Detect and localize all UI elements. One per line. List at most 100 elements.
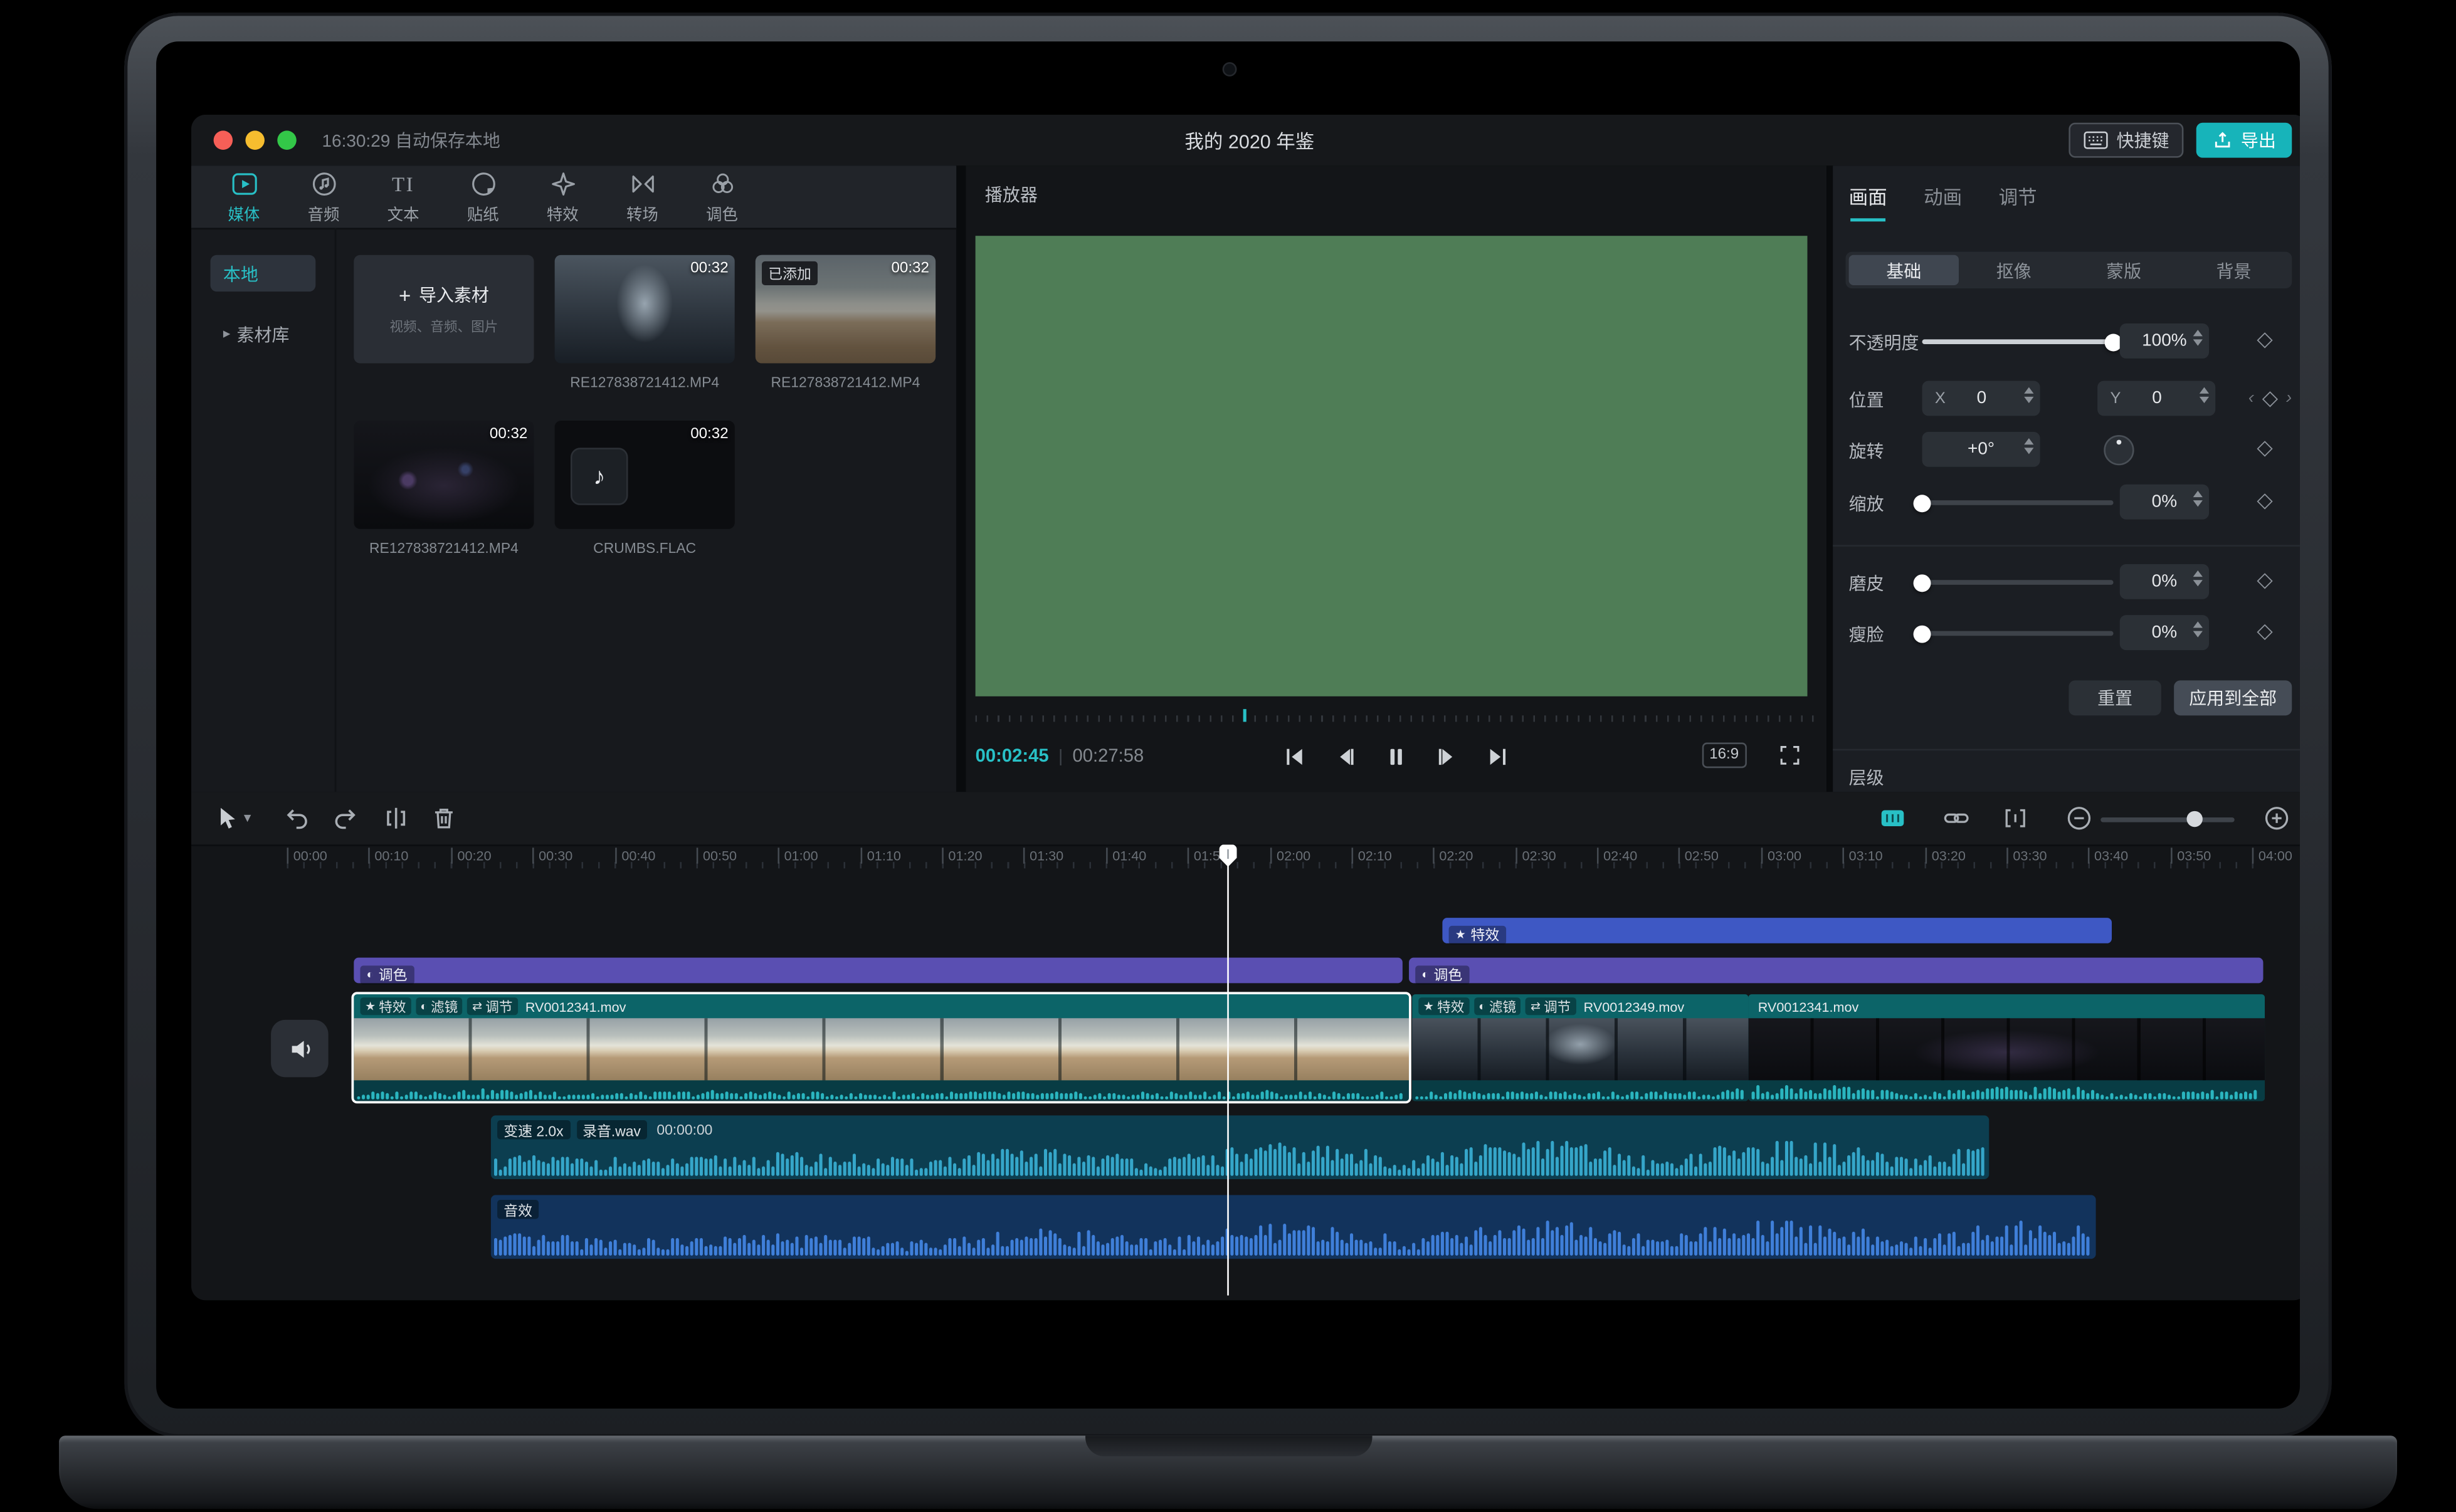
opacity-label: 不透明度 — [1848, 334, 1919, 354]
position-y-field[interactable]: Y 0 — [2097, 381, 2216, 416]
next-keyframe-icon[interactable]: › — [2286, 389, 2292, 408]
rotation-keyframe-button[interactable]: ◇ — [2257, 435, 2272, 461]
scale-slider[interactable] — [1913, 493, 2114, 512]
stepper-icons[interactable] — [2193, 570, 2203, 587]
subtab-background[interactable]: 背景 — [2179, 255, 2289, 285]
audio-waveform — [493, 1138, 1986, 1176]
fullscreen-button[interactable] — [1779, 744, 1801, 767]
effect-chip-icon: ★ — [365, 999, 376, 1014]
undo-button[interactable] — [283, 805, 310, 832]
tab-media[interactable]: 媒体 — [204, 170, 283, 224]
stepper-icons[interactable] — [2024, 438, 2034, 454]
timeline-playhead[interactable] — [1219, 844, 1237, 1296]
adjust-badge: ⇄ 调节 — [1526, 997, 1576, 1016]
timeline-ruler[interactable]: 00:00 00:10 00:20 00:30 00:40 00:50 01:0… — [191, 844, 2300, 869]
aspect-ratio-button[interactable]: 16:9 — [1701, 742, 1747, 767]
zoom-out-button[interactable] — [2065, 805, 2092, 832]
reset-button[interactable]: 重置 — [2069, 680, 2161, 716]
delete-button[interactable] — [430, 805, 457, 832]
media-item-video-1[interactable]: 00:32 — [554, 255, 735, 364]
timeline-color-clip-1[interactable]: ◐ 调色 — [354, 957, 1403, 984]
media-item-audio[interactable]: 00:32 ♪ — [554, 421, 735, 529]
tab-sticker[interactable]: 贴纸 — [443, 170, 523, 224]
preview-axis-toggle[interactable] — [1879, 805, 1906, 832]
media-item-video-3[interactable]: 00:32 — [354, 421, 534, 529]
minimize-window-button[interactable] — [245, 130, 265, 150]
scrub-marker — [1243, 709, 1246, 722]
import-media-button[interactable]: + 导入素材 视频、音频、图片 — [354, 255, 534, 364]
smooth-skin-value[interactable]: 0% — [2119, 564, 2210, 599]
zoom-in-button[interactable] — [2263, 805, 2290, 832]
linkage-toggle[interactable] — [1943, 805, 1970, 832]
video-preview[interactable] — [975, 236, 1808, 696]
tab-picture[interactable]: 画面 — [1849, 183, 1887, 222]
timeline-effect-clip[interactable]: ★ 特效 — [1442, 918, 2112, 945]
tab-adjust[interactable]: 调节 — [1999, 183, 2037, 210]
color-chip-icon: ◐ — [366, 967, 374, 982]
prev-frame-button[interactable] — [1332, 744, 1358, 770]
subtab-basic[interactable]: 基础 — [1848, 255, 1959, 286]
stepper-icons[interactable] — [2199, 387, 2210, 404]
rotation-value[interactable]: +0° — [1922, 431, 2040, 467]
track-mute-button[interactable] — [271, 1019, 329, 1078]
skip-start-button[interactable] — [1282, 744, 1307, 770]
scale-keyframe-button[interactable]: ◇ — [2257, 488, 2272, 513]
slim-face-keyframe-button[interactable]: ◇ — [2257, 618, 2272, 644]
tab-animation[interactable]: 动画 — [1924, 183, 1962, 210]
timeline-zoom-slider[interactable] — [2100, 805, 2235, 832]
timeline-audio-clip-1[interactable]: 变速 2.0x 录音.wav 00:00:00 — [490, 1115, 1990, 1180]
timeline-video-clip-3[interactable]: RV0012341.mov — [1748, 994, 2265, 1101]
tab-effects[interactable]: 特效 — [523, 170, 603, 224]
position-x-field[interactable]: X 0 — [1922, 381, 2040, 416]
prev-keyframe-icon[interactable]: ‹ — [2248, 389, 2254, 408]
snapping-toggle[interactable] — [2002, 805, 2029, 832]
opacity-keyframe-button[interactable]: ◇ — [2257, 327, 2272, 352]
timeline-video-clip-2[interactable]: ★ 特效 ◐ 滤镜 ⇄ 调节 RV0012349.mov — [1412, 994, 1749, 1101]
tab-color[interactable]: 调色 — [682, 170, 762, 224]
media-sidebar: 本地 ▸ 素材库 — [191, 228, 337, 792]
stepper-icons[interactable] — [2193, 621, 2203, 638]
subtab-keying[interactable]: 抠像 — [1959, 255, 2069, 285]
shortcuts-button[interactable]: 快捷键 — [2069, 122, 2184, 158]
import-hint: 视频、音频、图片 — [389, 318, 498, 335]
sidebar-item-local[interactable]: 本地 — [210, 255, 316, 292]
pause-button[interactable] — [1383, 744, 1409, 770]
color-tab-icon — [712, 172, 732, 192]
skip-end-button[interactable] — [1485, 744, 1511, 770]
rotation-knob[interactable] — [2104, 434, 2134, 466]
opacity-slider[interactable] — [1922, 333, 2122, 351]
stepper-icons[interactable] — [2193, 330, 2203, 346]
position-keyframe-button[interactable]: ◇ — [2262, 386, 2278, 411]
slim-face-value[interactable]: 0% — [2119, 615, 2210, 651]
transport-bar: 00:02:45 | 00:27:58 16:9 — [976, 733, 1817, 780]
video-clip-name: RV0012349.mov — [1583, 998, 1685, 1014]
fullscreen-window-button[interactable] — [277, 130, 297, 150]
scale-value[interactable]: 0% — [2119, 484, 2210, 520]
sidebar-item-library[interactable]: ▸ 素材库 — [211, 315, 316, 352]
redo-button[interactable] — [332, 805, 359, 832]
apply-to-all-button[interactable]: 应用到全部 — [2174, 680, 2292, 716]
split-button[interactable] — [382, 805, 409, 832]
export-button[interactable]: 导出 — [2196, 122, 2292, 158]
stepper-icons[interactable] — [2193, 490, 2203, 507]
tab-text[interactable]: TI 文本 — [364, 170, 443, 224]
next-frame-button[interactable] — [1435, 744, 1460, 770]
subtab-mask[interactable]: 蒙版 — [2069, 255, 2178, 285]
media-item-video-2[interactable]: 已添加 00:32 — [755, 255, 936, 364]
player-scrub-bar[interactable] — [975, 706, 1817, 722]
stepper-icons[interactable] — [2024, 387, 2034, 404]
timeline-video-clip-1[interactable]: ★ 特效 ◐ 滤镜 ⇄ 调节 RV0012341.mov — [354, 994, 1410, 1101]
select-tool-button[interactable] — [214, 805, 241, 832]
opacity-value[interactable]: 100% — [2119, 323, 2210, 359]
timeline-audio-clip-2[interactable]: 音效 — [490, 1195, 2096, 1259]
smooth-skin-keyframe-button[interactable]: ◇ — [2257, 567, 2272, 593]
smooth-skin-slider[interactable] — [1913, 574, 2114, 592]
tool-dropdown-icon[interactable]: ▾ — [244, 809, 251, 827]
slim-face-slider[interactable] — [1913, 624, 2114, 643]
tab-transition[interactable]: 转场 — [603, 170, 682, 224]
plus-icon: + — [398, 283, 411, 307]
close-window-button[interactable] — [213, 130, 233, 150]
tab-audio[interactable]: 音频 — [283, 170, 363, 224]
preview-axis-icon — [1881, 810, 1904, 826]
timeline-color-clip-2[interactable]: ◐ 调色 — [1409, 957, 2264, 984]
